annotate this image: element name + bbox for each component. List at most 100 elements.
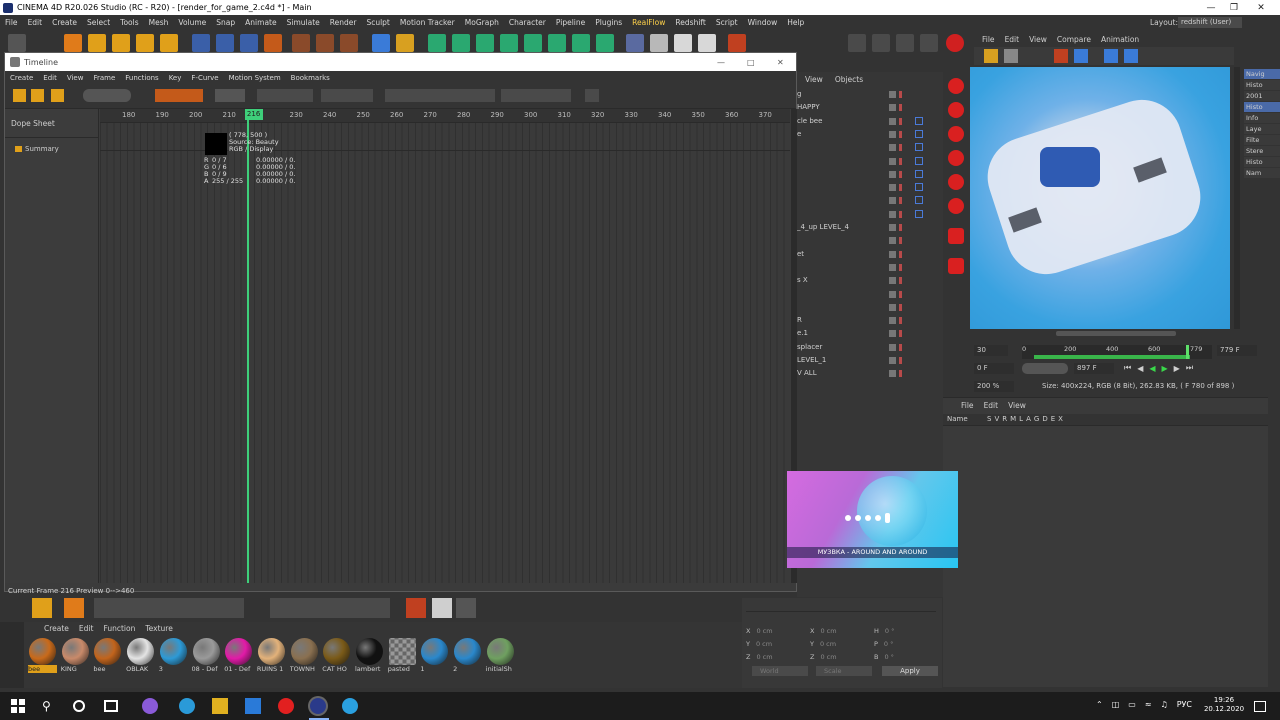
x-axis-icon[interactable]: [192, 34, 210, 52]
object-row[interactable]: splacer: [797, 341, 943, 354]
menu-snap[interactable]: Snap: [211, 15, 240, 30]
object-row[interactable]: [797, 181, 943, 194]
object-layer-icon[interactable]: [889, 104, 896, 112]
timeline-ruler[interactable]: 180 190 200 210 230 240 250 260 270 280 290 300 310 3…: [100, 109, 790, 122]
layer-column[interactable]: S: [987, 415, 991, 423]
task-view-icon[interactable]: [104, 700, 118, 712]
object-layer-icon[interactable]: [889, 184, 896, 192]
brush-icon[interactable]: [32, 598, 52, 618]
summary-row[interactable]: Summary: [15, 145, 59, 153]
frame-scrubber[interactable]: 0 200 400 600 779: [1022, 345, 1212, 359]
object-row[interactable]: _4_up LEVEL_4: [797, 221, 943, 234]
material-item[interactable]: pasted: [388, 638, 417, 676]
material-item[interactable]: OBLAK: [126, 638, 155, 676]
viewport-tool-3-icon[interactable]: [896, 34, 914, 52]
array-icon[interactable]: [452, 34, 470, 52]
cube-icon[interactable]: [372, 34, 390, 52]
material-item[interactable]: initialSh: [486, 638, 515, 676]
object-row[interactable]: [797, 141, 943, 154]
object-layer-icon[interactable]: [889, 197, 896, 205]
object-layer-icon[interactable]: [889, 170, 896, 178]
coord-value-field[interactable]: 0 cm: [756, 640, 800, 648]
cortana-icon[interactable]: [73, 700, 85, 712]
yandex-icon[interactable]: [278, 698, 294, 714]
object-layer-icon[interactable]: [889, 370, 896, 378]
light-red-5-icon[interactable]: [948, 174, 964, 190]
object-layer-icon[interactable]: [889, 343, 896, 351]
figure-icon[interactable]: [548, 34, 566, 52]
menu-tools[interactable]: Tools: [115, 15, 143, 30]
dope-sheet-grid[interactable]: [100, 122, 790, 583]
volume-icon[interactable]: ♫: [1161, 700, 1168, 709]
coord-value-field[interactable]: 0 cm: [756, 653, 800, 661]
timeline-menu-motion-system[interactable]: Motion System: [224, 71, 286, 85]
material-menu-create[interactable]: Create: [44, 624, 69, 633]
redshift-icon[interactable]: [728, 34, 746, 52]
object-layer-icon[interactable]: [889, 224, 896, 231]
notifications-icon[interactable]: [1254, 701, 1266, 712]
viewport-tool-icon[interactable]: [848, 34, 866, 52]
rotate-icon[interactable]: [136, 34, 154, 52]
layout-select[interactable]: redshift (User): [1178, 17, 1242, 28]
fcurve-mode-icon[interactable]: [31, 89, 44, 102]
apply-button[interactable]: Apply: [882, 666, 938, 676]
timeline-menu-bookmarks[interactable]: Bookmarks: [286, 71, 335, 85]
object-layer-icon[interactable]: [889, 317, 896, 325]
object-layer-icon[interactable]: [889, 144, 896, 152]
layer-column[interactable]: L: [1019, 415, 1023, 423]
layer-column[interactable]: V: [994, 415, 999, 423]
visibility-dots-icon[interactable]: [899, 197, 902, 205]
object-layer-icon[interactable]: [889, 290, 896, 298]
dome-light-icon[interactable]: [948, 228, 964, 244]
visibility-dots-icon[interactable]: [899, 157, 902, 165]
tangent-tools-icon[interactable]: [385, 89, 495, 102]
layer-column[interactable]: M: [1010, 415, 1016, 423]
object-layer-icon[interactable]: [889, 210, 896, 218]
timeline-menu-f-curve[interactable]: F-Curve: [186, 71, 223, 85]
layer-menu-file[interactable]: File: [961, 401, 974, 410]
menu-file[interactable]: File: [0, 15, 23, 30]
next-frame-icon[interactable]: ▶: [1174, 364, 1180, 373]
mesh-tools-icon[interactable]: [94, 598, 244, 618]
save-icon[interactable]: [1004, 49, 1018, 63]
undo-icon[interactable]: [8, 34, 26, 52]
menu-simulate[interactable]: Simulate: [282, 15, 325, 30]
timeline-menu-functions[interactable]: Functions: [120, 71, 163, 85]
play-backward-icon[interactable]: ◀: [1149, 364, 1155, 373]
prev-frame-icon[interactable]: ◀: [1137, 364, 1143, 373]
wifi-icon[interactable]: ≈: [1145, 700, 1152, 709]
tag-icon[interactable]: [915, 129, 923, 138]
material-item[interactable]: 2: [453, 638, 482, 676]
frame-marker[interactable]: [1186, 345, 1189, 359]
object-row[interactable]: cle bee: [797, 115, 943, 128]
viewer-side-tab[interactable]: Histo: [1244, 80, 1280, 90]
coord-value-field[interactable]: 0 cm: [820, 627, 864, 635]
tag-icon[interactable]: [915, 183, 923, 192]
mograph-icon[interactable]: [596, 34, 614, 52]
play-icon[interactable]: ▶: [1162, 364, 1168, 373]
layer-column[interactable]: A: [1026, 415, 1031, 423]
record-icon[interactable]: [946, 34, 964, 52]
timeline-menu-view[interactable]: View: [62, 71, 89, 85]
object-row[interactable]: [797, 234, 943, 247]
range-slider[interactable]: [1022, 363, 1068, 374]
app-purple-icon[interactable]: [142, 698, 158, 714]
visibility-dots-icon[interactable]: [899, 317, 902, 325]
extra-tool-icon[interactable]: [585, 89, 599, 102]
coord-value-field[interactable]: 0 cm: [756, 627, 800, 635]
range-end-field[interactable]: 897 F: [1074, 363, 1114, 374]
coord-value-field[interactable]: 0 °: [884, 640, 928, 648]
object-row[interactable]: [797, 261, 943, 274]
material-item[interactable]: TOWNH: [290, 638, 319, 676]
world-select[interactable]: World: [752, 666, 808, 676]
objects-view-menu[interactable]: View: [805, 75, 823, 84]
object-layer-icon[interactable]: [889, 303, 896, 311]
menu-realflow[interactable]: RealFlow: [627, 15, 670, 30]
object-row[interactable]: e: [797, 128, 943, 141]
visibility-dots-icon[interactable]: [899, 303, 902, 311]
object-row[interactable]: LEVEL_1: [797, 354, 943, 367]
visibility-dots-icon[interactable]: [899, 277, 902, 285]
material-item[interactable]: RUINS 1: [257, 638, 286, 676]
object-row[interactable]: g: [797, 88, 943, 101]
stop-icon[interactable]: [1124, 49, 1138, 63]
